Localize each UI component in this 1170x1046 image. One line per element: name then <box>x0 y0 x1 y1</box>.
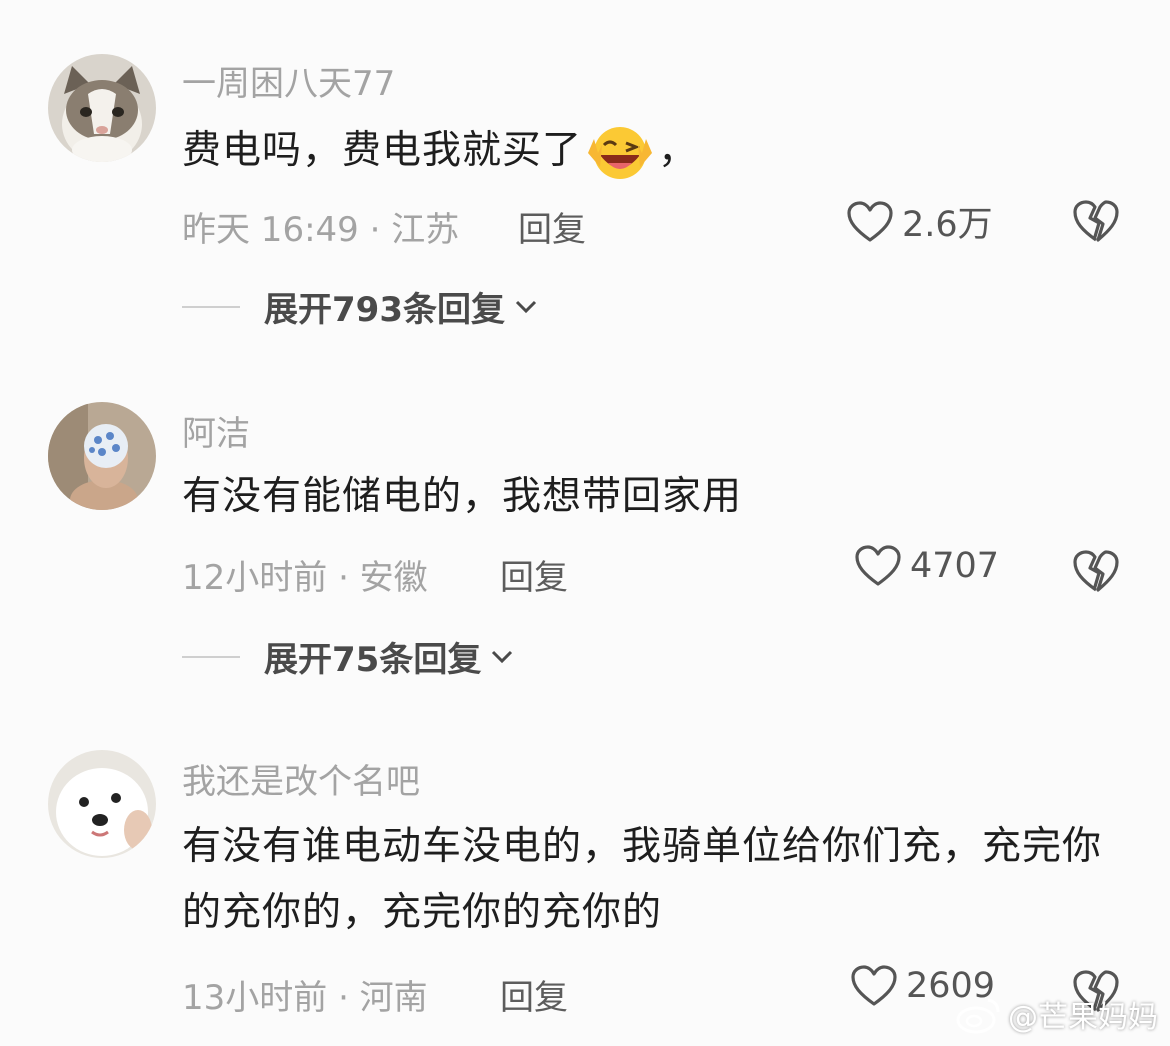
heart-icon <box>851 965 897 1006</box>
reply-button[interactable]: 回复 <box>500 550 568 599</box>
avatar[interactable] <box>48 402 156 510</box>
chevron-down-icon <box>492 650 513 663</box>
comment-text-part: ， <box>658 128 699 173</box>
divider <box>182 655 240 658</box>
comment-meta: 13小时前 · 河南 <box>182 978 428 1018</box>
watermark: @芒果妈妈 <box>954 992 1158 1036</box>
expand-replies-button[interactable]: 展开793条回复 <box>182 282 537 331</box>
person-avatar-icon <box>48 402 156 510</box>
weibo-icon <box>956 998 1000 1034</box>
cat-avatar-icon <box>48 54 156 162</box>
username[interactable]: 我还是改个名吧 <box>182 754 420 803</box>
grinning-wink-emoji-icon <box>588 126 653 179</box>
like-count: 2.6万 <box>902 205 993 245</box>
avatar[interactable] <box>48 750 156 858</box>
heart-icon <box>847 200 893 242</box>
expand-replies-label: 展开75条回复 <box>264 640 482 680</box>
like-count: 4707 <box>910 546 1000 586</box>
comment-meta: 昨天 16:49 · 江苏 <box>182 210 460 250</box>
divider <box>182 305 240 308</box>
chevron-down-icon <box>515 300 537 313</box>
comment-meta: 12小时前 · 安徽 <box>182 558 428 598</box>
like-button[interactable]: 2.6万 <box>846 196 993 247</box>
heart-icon <box>855 545 901 586</box>
comment-text: 有没有谁电动车没电的，我骑单位给你们充，充完你的充你的，充完你的充你的 <box>182 824 1103 935</box>
watermark-text: @芒果妈妈 <box>1008 1000 1158 1035</box>
expand-replies-label: 展开793条回复 <box>264 290 505 330</box>
comment-text-part: 费电吗，费电我就买了 <box>182 128 583 173</box>
comment-text: 有没有能储电的，我想带回家用 <box>182 474 743 519</box>
reply-button[interactable]: 回复 <box>518 202 586 251</box>
comment-text: 费电吗，费电我就买了 ， <box>182 118 1122 184</box>
avatar[interactable] <box>48 54 156 162</box>
broken-heart-icon[interactable] <box>1072 198 1120 244</box>
broken-heart-icon[interactable] <box>1072 548 1120 594</box>
username[interactable]: 一周困八天77 <box>182 56 395 105</box>
reply-button[interactable]: 回复 <box>500 970 568 1019</box>
dog-avatar-icon <box>48 750 156 858</box>
expand-replies-button[interactable]: 展开75条回复 <box>182 632 513 681</box>
username[interactable]: 阿洁 <box>182 406 250 455</box>
like-button[interactable]: 4707 <box>854 544 999 588</box>
